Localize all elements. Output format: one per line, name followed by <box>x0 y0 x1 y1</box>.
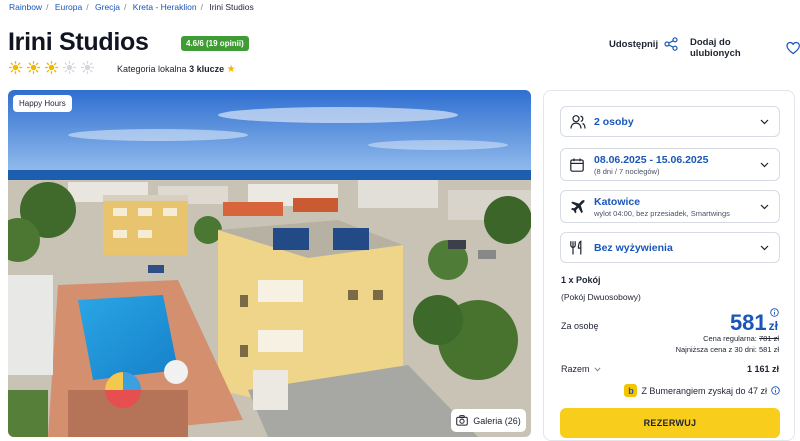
sun-star-filled-icon <box>9 61 22 74</box>
local-category: Kategoria lokalna 3 klucze ★ <box>117 64 236 75</box>
breadcrumb-current: Irini Studios <box>209 2 254 12</box>
breadcrumb-rainbow[interactable]: Rainbow <box>9 2 42 12</box>
regular-price-value: 781 zł <box>758 334 779 343</box>
dates-value: 08.06.2025 - 15.06.2025 <box>594 154 709 166</box>
share-button[interactable]: Udostępnij <box>609 37 678 51</box>
persons-select[interactable]: 2 osoby <box>560 106 780 137</box>
sun-star-filled-icon <box>45 61 58 74</box>
hotel-stars <box>9 61 94 74</box>
hotel-photo-image <box>8 90 531 437</box>
calendar-icon <box>570 158 584 172</box>
happy-hours-badge: Happy Hours <box>13 95 72 112</box>
chevron-down-icon <box>593 366 601 372</box>
heart-icon <box>786 41 800 55</box>
info-icon[interactable] <box>771 386 780 395</box>
breadcrumb-kreta[interactable]: Kreta - Heraklion <box>133 2 197 12</box>
total-label: Razem <box>561 364 590 374</box>
room-count: 1 x Pokój <box>561 275 601 285</box>
room-type: (Pokój Dwuosobowy) <box>561 292 641 302</box>
share-label: Udostępnij <box>609 38 659 50</box>
cutlery-icon <box>570 240 582 254</box>
price-amount: 581 <box>729 310 767 335</box>
total-toggle[interactable]: Razem <box>561 364 601 374</box>
favorite-button[interactable]: Dodaj do ulubionych <box>690 37 800 59</box>
regular-price: Cena regularna: 781 zł <box>703 334 779 343</box>
camera-icon <box>456 415 469 426</box>
reserve-button[interactable]: REZERWUJ <box>560 408 780 438</box>
regular-price-label: Cena regularna: <box>703 334 757 343</box>
departure-value: Katowice <box>594 196 641 208</box>
bumerang-icon: b <box>624 384 638 397</box>
total-value: 1 161 zł <box>746 364 779 374</box>
breadcrumb-separator: / <box>46 2 49 12</box>
sun-star-empty-icon <box>81 61 94 74</box>
breadcrumb-separator: / <box>86 2 89 12</box>
gallery-button[interactable]: Galeria (26) <box>451 409 526 432</box>
persons-value: 2 osoby <box>594 116 634 128</box>
favorite-label: Dodaj do ulubionych <box>690 37 741 59</box>
chevron-down-icon <box>760 162 769 167</box>
gallery-label: Galeria (26) <box>473 415 521 426</box>
bumerang-info: b Z Bumerangiem zyskaj do 47 zł <box>624 384 780 397</box>
breadcrumb-europa[interactable]: Europa <box>55 2 82 12</box>
plane-icon <box>571 199 585 213</box>
rating-badge[interactable]: 4.6/6 (19 opinii) <box>181 36 249 51</box>
board-select[interactable]: Bez wyżywienia <box>560 232 780 263</box>
chevron-down-icon <box>760 245 769 250</box>
dates-select[interactable]: 08.06.2025 - 15.06.2025 (8 dni / 7 nocle… <box>560 148 780 181</box>
breadcrumb-grecja[interactable]: Grecja <box>95 2 120 12</box>
hotel-photo[interactable] <box>8 90 531 437</box>
per-person-label: Za osobę <box>561 321 599 331</box>
info-icon[interactable] <box>770 308 779 317</box>
bumerang-text: Z Bumerangiem zyskaj do 47 zł <box>641 385 767 396</box>
person-icon <box>570 114 586 129</box>
share-icon <box>664 37 678 51</box>
departure-sub: wylot 04:00, bez przesiadek, Smartwings <box>594 209 730 218</box>
board-value: Bez wyżywienia <box>594 242 673 254</box>
breadcrumb: Rainbow / Europa / Grecja / Kreta - Herakli… <box>9 2 254 12</box>
breadcrumb-separator: / <box>124 2 127 12</box>
departure-select[interactable]: Katowice wylot 04:00, bez przesiadek, Sm… <box>560 190 780 223</box>
chevron-down-icon <box>760 204 769 209</box>
page-title: Irini Studios <box>8 28 149 56</box>
sun-star-filled-icon <box>27 61 40 74</box>
breadcrumb-separator: / <box>200 2 203 12</box>
sun-star-empty-icon <box>63 61 76 74</box>
chevron-down-icon <box>760 119 769 124</box>
category-value: 3 klucze <box>189 64 225 74</box>
star-icon: ★ <box>226 64 236 75</box>
lowest-price-30-days: Najniższa cena z 30 dni: 581 zł <box>675 345 779 354</box>
dates-sub: (8 dni / 7 noclegów) <box>594 167 660 176</box>
price-currency: zł <box>768 319 778 333</box>
category-prefix: Kategoria lokalna <box>117 64 187 74</box>
